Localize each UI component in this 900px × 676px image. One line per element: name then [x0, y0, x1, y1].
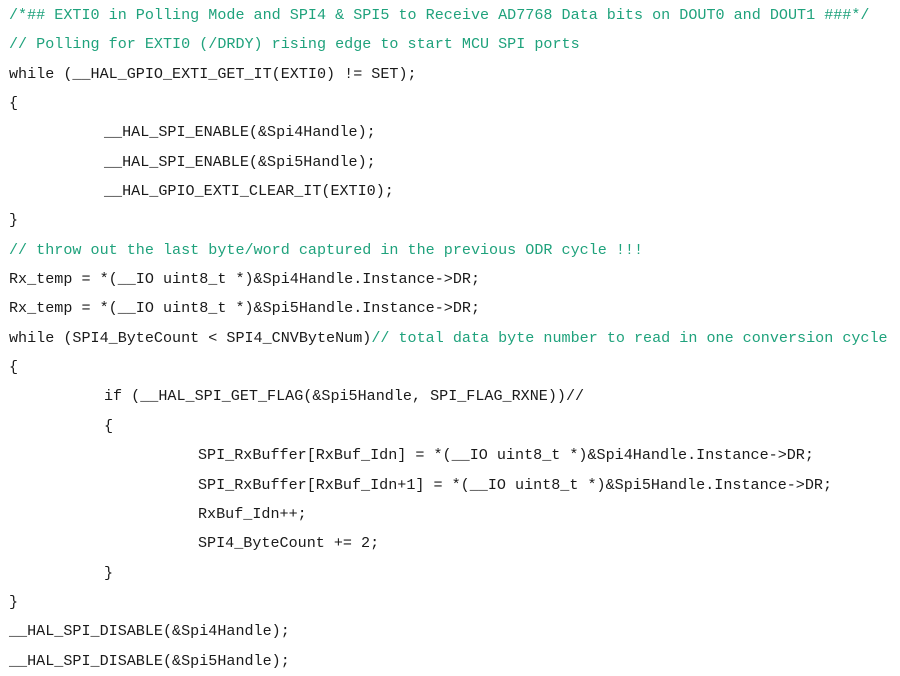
- code-text: {: [9, 358, 19, 377]
- code-text: Rx_temp = *(__IO uint8_t *)&Spi4Handle.I…: [9, 270, 481, 289]
- code-line: while (SPI4_ByteCount < SPI4_CNVByteNum)…: [9, 324, 888, 353]
- code-text: if (__HAL_SPI_GET_FLAG(&Spi5Handle, SPI_…: [104, 387, 585, 406]
- code-text: {: [104, 416, 114, 435]
- code-line: RxBuf_Idn++;: [9, 500, 888, 529]
- code-text: SPI4_ByteCount += 2;: [198, 534, 380, 553]
- code-text: __HAL_SPI_DISABLE(&Spi4Handle);: [9, 622, 290, 641]
- code-line: }: [9, 588, 888, 617]
- code-text: }: [104, 563, 114, 582]
- code-text: Rx_temp = *(__IO uint8_t *)&Spi5Handle.I…: [9, 299, 481, 318]
- code-text: {: [9, 94, 19, 113]
- code-comment: /*## EXTI0 in Polling Mode and SPI4 & SP…: [9, 6, 870, 24]
- code-text: __HAL_GPIO_EXTI_CLEAR_IT(EXTI0);: [104, 182, 394, 201]
- code-comment: // total data byte number to read in one…: [371, 328, 888, 347]
- code-line: {: [9, 412, 888, 441]
- code-text: }: [9, 592, 19, 611]
- code-text: SPI_RxBuffer[RxBuf_Idn] = *(__IO uint8_t…: [198, 446, 814, 465]
- code-text: while (__HAL_GPIO_EXTI_GET_IT(EXTI0) != …: [9, 64, 417, 83]
- code-text: RxBuf_Idn++;: [198, 504, 307, 523]
- code-line: __HAL_SPI_ENABLE(&Spi4Handle);: [9, 118, 888, 147]
- code-line: if (__HAL_SPI_GET_FLAG(&Spi5Handle, SPI_…: [9, 382, 888, 411]
- code-text: SPI_RxBuffer[RxBuf_Idn+1] = *(__IO uint8…: [198, 475, 833, 494]
- code-text: __HAL_SPI_ENABLE(&Spi5Handle);: [104, 152, 376, 171]
- code-line: {: [9, 89, 888, 118]
- code-line: __HAL_SPI_ENABLE(&Spi5Handle);: [9, 148, 888, 177]
- code-line: // Polling for EXTI0 (/DRDY) rising edge…: [9, 30, 888, 59]
- code-line: }: [9, 206, 888, 235]
- code-line: SPI_RxBuffer[RxBuf_Idn] = *(__IO uint8_t…: [9, 441, 888, 470]
- code-line: while (__HAL_GPIO_EXTI_GET_IT(EXTI0) != …: [9, 60, 888, 89]
- code-comment: // throw out the last byte/word captured…: [9, 240, 644, 259]
- code-line: {: [9, 353, 888, 382]
- code-comment: // Polling for EXTI0 (/DRDY) rising edge…: [9, 35, 580, 54]
- code-text: __HAL_SPI_ENABLE(&Spi4Handle);: [104, 123, 376, 142]
- code-line: __HAL_SPI_DISABLE(&Spi4Handle);: [9, 617, 888, 646]
- code-line: Rx_temp = *(__IO uint8_t *)&Spi5Handle.I…: [9, 294, 888, 323]
- code-line: /*## EXTI0 in Polling Mode and SPI4 & SP…: [9, 1, 888, 30]
- code-line: // throw out the last byte/word captured…: [9, 236, 888, 265]
- code-line: }: [9, 559, 888, 588]
- code-text: __HAL_SPI_DISABLE(&Spi5Handle);: [9, 651, 290, 670]
- code-line: __HAL_SPI_DISABLE(&Spi5Handle);: [9, 647, 888, 676]
- code-text: while (SPI4_ByteCount < SPI4_CNVByteNum): [9, 328, 372, 347]
- code-line: Rx_temp = *(__IO uint8_t *)&Spi4Handle.I…: [9, 265, 888, 294]
- code-line: SPI4_ByteCount += 2;: [9, 529, 888, 558]
- code-listing: /*## EXTI0 in Polling Mode and SPI4 & SP…: [9, 1, 888, 676]
- code-text: }: [9, 211, 19, 230]
- code-line: SPI_RxBuffer[RxBuf_Idn+1] = *(__IO uint8…: [9, 471, 888, 500]
- code-line: __HAL_GPIO_EXTI_CLEAR_IT(EXTI0);: [9, 177, 888, 206]
